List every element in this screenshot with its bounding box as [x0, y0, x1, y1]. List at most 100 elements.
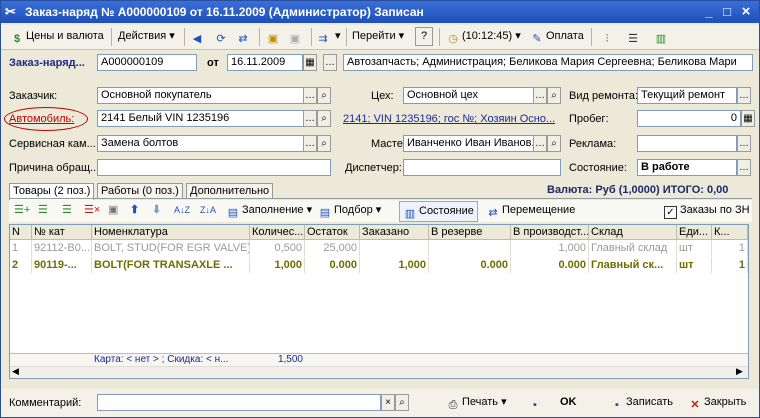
organization-field[interactable]: Автозапчасть; Администрация; Беликова Ма… [343, 54, 753, 71]
col-header-unit[interactable]: Еди... [677, 225, 712, 240]
scroll-right-icon[interactable]: ▶ [736, 366, 743, 377]
move-down-button[interactable]: ⬇ [149, 201, 164, 220]
master-select-button[interactable]: … [533, 135, 547, 152]
tab-additional[interactable]: Дополнительно [186, 183, 274, 199]
ad-select-button[interactable]: … [737, 135, 751, 152]
move-button[interactable]: ⇄ Перемещение [483, 201, 578, 220]
workshop-field[interactable]: Основной цех [403, 87, 547, 104]
calendar-button[interactable]: ▦ [303, 54, 317, 71]
date-field[interactable]: 16.11.2009 [227, 54, 303, 71]
col-header-warehouse[interactable]: Склад [589, 225, 677, 240]
add-row-button[interactable]: ☰+ [11, 201, 33, 220]
minimize-button[interactable]: _ [701, 4, 717, 19]
payment-button[interactable]: ✎ Оплата [527, 27, 587, 46]
customer-open-button[interactable]: ⌕ [317, 87, 331, 104]
mileage-calc-button[interactable]: ▦ [741, 110, 755, 127]
ad-field[interactable] [637, 135, 737, 152]
tab-works[interactable]: Работы (0 поз.) [97, 183, 183, 199]
col-header-ordered[interactable]: Заказано [360, 225, 429, 240]
ok-button[interactable]: OK [557, 393, 580, 412]
customer-select-button[interactable]: … [303, 87, 317, 104]
cell-qty: 0,500 [250, 240, 305, 256]
move-label: Перемещение [502, 204, 576, 216]
state-select-button[interactable]: … [737, 159, 751, 176]
end-edit-button[interactable]: ▣ [105, 201, 121, 220]
orders-checkbox[interactable]: ✓ Заказы по ЗН [661, 201, 753, 220]
unpost-button[interactable]: ▣ [285, 27, 307, 46]
sort-desc-button[interactable]: Z↓A [197, 201, 219, 220]
horizontal-scrollbar[interactable]: ◀ ▶ [10, 366, 748, 378]
workshop-select-button[interactable]: … [533, 87, 547, 104]
doc-number-field[interactable]: А000000109 [97, 54, 197, 71]
save-button[interactable]: ▪ Записать [607, 393, 676, 412]
goods-table[interactable]: N № кат Номенклатура Количес... Остаток … [9, 224, 749, 379]
workshop-open-button[interactable]: ⌕ [547, 87, 561, 104]
copy-row-button[interactable]: ☰ [35, 201, 51, 220]
goto-menu[interactable]: Перейти ▾ [349, 27, 407, 46]
date-select-button[interactable]: … [323, 54, 337, 71]
post-button[interactable]: ▣ [263, 27, 285, 46]
back-button[interactable]: ◀ [187, 27, 209, 46]
copy-row-icon: ☰ [38, 204, 48, 216]
mileage-field[interactable]: 0 [637, 110, 741, 127]
magnifier-icon: ⌕ [321, 138, 327, 149]
close-button[interactable]: ✕ Закрыть [685, 393, 749, 412]
time-button[interactable]: ◷ (10:12:45) ▾ [443, 27, 524, 46]
col-header-qty[interactable]: Количес... [250, 225, 305, 240]
col-header-rest[interactable]: Остаток [305, 225, 360, 240]
comment-field[interactable] [97, 394, 381, 411]
help-button[interactable]: ? [415, 27, 434, 46]
car-field[interactable]: 2141 Белый VIN 1235196 [97, 110, 317, 127]
col-header-production[interactable]: В производст... [511, 225, 589, 240]
col-header-nomenclature[interactable]: Номенклатура [92, 225, 250, 240]
select-menu[interactable]: ▤ Подбор ▾ [315, 201, 384, 220]
repair-type-field[interactable]: Текущий ремонт [637, 87, 737, 104]
edit-row-button[interactable]: ☰ [59, 201, 75, 220]
dispatcher-field[interactable] [403, 159, 561, 176]
service-field[interactable]: Замена болтов [97, 135, 317, 152]
cell-warehouse: Главный склад [589, 240, 677, 256]
calendar-icon: ▦ [305, 57, 315, 68]
service-open-button[interactable]: ⌕ [317, 135, 331, 152]
service-select-button[interactable]: … [303, 135, 317, 152]
magnifier-icon: ⌕ [399, 397, 405, 408]
exchange-button[interactable]: ⇄ [233, 27, 255, 46]
sort-asc-button[interactable]: A↓Z [171, 201, 193, 220]
scroll-left-icon[interactable]: ◀ [12, 366, 19, 377]
car-open-button[interactable]: ⌕ [317, 110, 331, 127]
comment-open-button[interactable]: ⌕ [395, 394, 409, 411]
customer-field[interactable]: Основной покупатель [97, 87, 317, 104]
repair-type-select-button[interactable]: … [737, 87, 751, 104]
car-select-button[interactable]: … [303, 110, 317, 127]
save-close-icon-button[interactable]: ▪ [525, 393, 547, 412]
maximize-button[interactable]: □ [719, 4, 735, 19]
delete-row-button[interactable]: ☰× [81, 201, 103, 220]
move-up-button[interactable]: ⬆ [127, 201, 142, 220]
close-window-button[interactable]: × [738, 4, 754, 19]
actions-menu[interactable]: Действия ▾ [115, 27, 178, 46]
master-field[interactable]: Иванченко Иван Иванов... [403, 135, 547, 152]
col-header-k[interactable]: К... [712, 225, 748, 240]
car-info-link[interactable]: 2141; VIN 1235196; гос №; Хозяин Осно... [343, 113, 561, 125]
cell-cat: 92112-B0... [34, 240, 92, 256]
structure-button[interactable]: ⇉ ▾ [313, 27, 344, 46]
reason-field[interactable] [97, 159, 331, 176]
magnifier-icon: ⌕ [551, 90, 557, 101]
report-button[interactable]: ▥ [651, 27, 673, 46]
tree-button[interactable]: ⫶ [597, 27, 619, 46]
list-button[interactable]: ☰ [623, 27, 645, 46]
master-open-button[interactable]: ⌕ [547, 135, 561, 152]
cell-n: 1 [10, 240, 32, 256]
print-button[interactable]: ⎙ Печать ▾ [443, 393, 510, 412]
fill-menu[interactable]: ▤ Заполнение ▾ [223, 201, 315, 220]
col-header-n[interactable]: N [10, 225, 32, 240]
prices-currency-button[interactable]: $ Цены и валюта [7, 27, 107, 46]
state-button[interactable]: ▥ Состояние [399, 201, 478, 222]
state-field[interactable]: В работе [637, 159, 737, 176]
refresh-button[interactable]: ⟳ [211, 27, 233, 46]
comment-clear-button[interactable]: × [381, 394, 395, 411]
sort-desc-icon: Z↓A [200, 205, 217, 215]
col-header-cat[interactable]: № кат [32, 225, 92, 240]
ad-label: Реклама: [569, 138, 617, 150]
col-header-reserve[interactable]: В резерве [429, 225, 511, 240]
